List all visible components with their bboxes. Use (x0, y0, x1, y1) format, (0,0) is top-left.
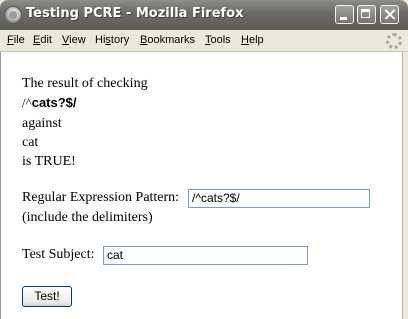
firefox-icon (5, 7, 21, 23)
window-title: Testing PCRE - Mozilla Firefox (26, 6, 244, 21)
menu-file[interactable]: File (7, 34, 25, 46)
throbber-icon (386, 33, 402, 49)
result-intro: The result of checking (22, 76, 148, 91)
menu-bar: File Edit View History Bookmarks Tools H… (0, 30, 408, 52)
result-verdict: is TRUE! (22, 154, 76, 169)
pattern-input[interactable]: /^cats?$/ (188, 189, 370, 208)
menu-help[interactable]: Help (241, 34, 264, 46)
test-button[interactable]: Test! (22, 286, 72, 307)
menu-edit[interactable]: Edit (33, 34, 52, 46)
page-content: The result of checking /^cats?$/ against… (0, 52, 402, 319)
subject-label: Test Subject: (22, 247, 95, 262)
maximize-icon[interactable] (357, 5, 376, 24)
pattern-label: Regular Expression Pattern: (22, 190, 180, 205)
result-pattern: /^cats?$/ (22, 95, 77, 110)
menu-view[interactable]: View (62, 34, 86, 46)
menu-bookmarks[interactable]: Bookmarks (140, 34, 195, 46)
result-against: against (22, 116, 62, 131)
pattern-hint: (include the delimiters) (22, 210, 153, 225)
subject-input[interactable]: cat (103, 246, 308, 265)
close-icon[interactable] (380, 5, 399, 24)
menu-history[interactable]: History (95, 34, 129, 46)
browser-window: Testing PCRE - Mozilla Firefox File Edit… (0, 0, 408, 319)
window-border (402, 52, 408, 319)
result-subject: cat (22, 135, 39, 150)
minimize-icon[interactable] (335, 5, 354, 24)
menu-tools[interactable]: Tools (205, 34, 231, 46)
title-bar[interactable]: Testing PCRE - Mozilla Firefox (0, 0, 408, 30)
